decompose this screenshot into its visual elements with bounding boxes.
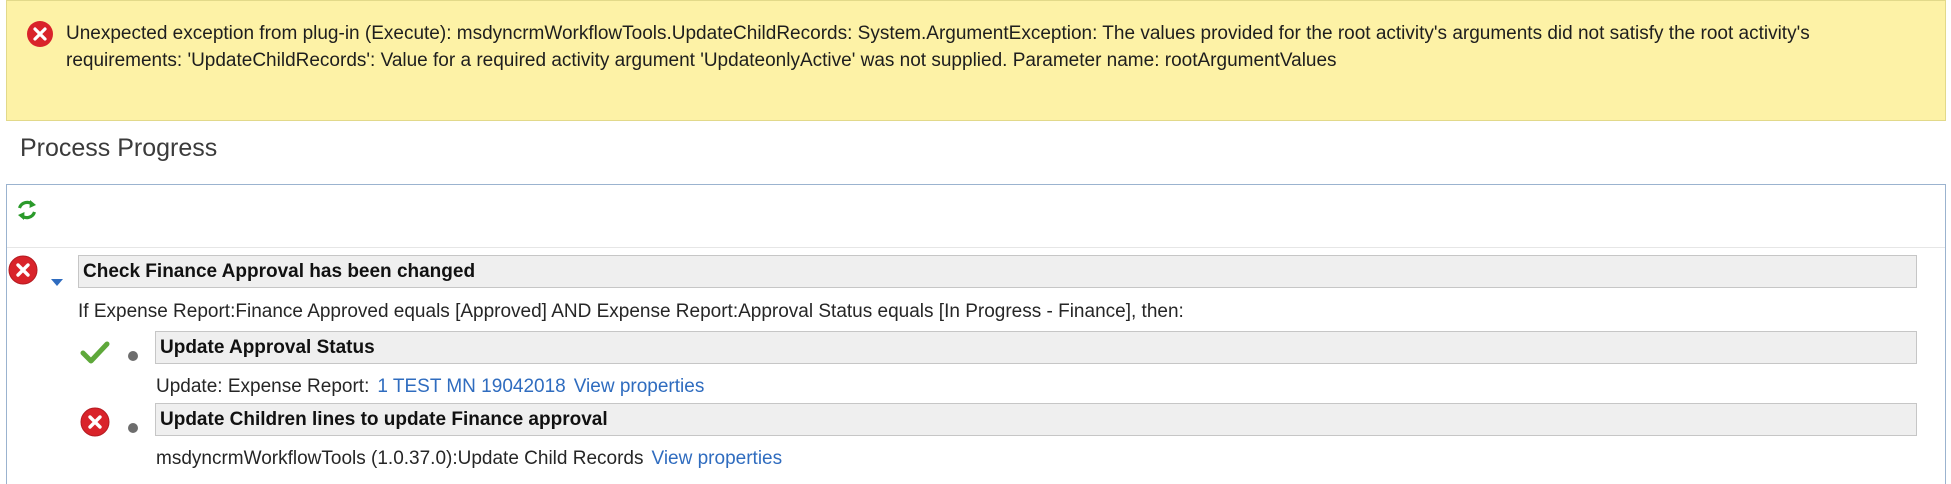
error-status-icon xyxy=(8,255,38,285)
record-link[interactable]: 1 TEST MN 19042018 xyxy=(377,376,565,397)
page-title: Process Progress xyxy=(20,134,218,162)
process-progress-panel: Check Finance Approval has been changed … xyxy=(6,184,1946,484)
step-detail-prefix: msdyncrmWorkflowTools (1.0.37.0):Update … xyxy=(156,448,644,469)
step-header-update-children: Update Children lines to update Finance … xyxy=(155,403,1917,436)
step-detail-update-approval: Update: Expense Report: 1 TEST MN 1904201… xyxy=(156,376,704,398)
view-properties-link[interactable]: View properties xyxy=(652,448,783,469)
error-banner: Unexpected exception from plug-in (Execu… xyxy=(6,0,1946,121)
error-icon xyxy=(27,21,53,47)
step-detail-update-children: msdyncrmWorkflowTools (1.0.37.0):Update … xyxy=(156,448,782,470)
error-message: Unexpected exception from plug-in (Execu… xyxy=(66,23,1810,71)
refresh-icon[interactable] xyxy=(16,197,38,223)
step-condition: If Expense Report:Finance Approved equal… xyxy=(78,301,1184,322)
success-check-icon xyxy=(80,341,110,364)
error-status-icon xyxy=(80,407,110,437)
bullet-icon xyxy=(128,423,138,433)
step-header-update-approval: Update Approval Status xyxy=(155,331,1917,364)
toolbar xyxy=(7,185,1945,248)
bullet-icon xyxy=(128,351,138,361)
step-header-check-finance: Check Finance Approval has been changed xyxy=(78,255,1917,288)
view-properties-link[interactable]: View properties xyxy=(574,376,705,397)
step-detail-prefix: Update: Expense Report: xyxy=(156,376,370,397)
collapse-chevron-icon[interactable] xyxy=(50,275,64,289)
